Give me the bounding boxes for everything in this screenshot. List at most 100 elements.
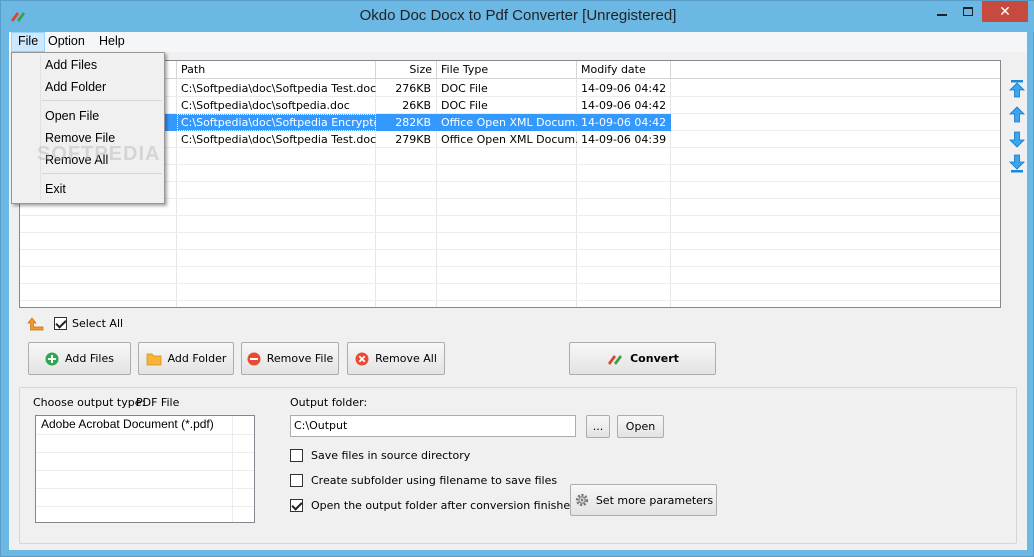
cell-path: C:\Softpedia\doc\Softpedia Test.docx — [181, 133, 376, 146]
remove-all-button[interactable]: Remove All — [347, 342, 445, 375]
remove-icon — [247, 352, 261, 365]
output-type-value: PDF File — [136, 396, 180, 409]
open-output-folder-checkbox[interactable] — [290, 498, 303, 512]
output-folder-input[interactable]: C:\Output — [290, 415, 576, 437]
grid-line — [36, 506, 254, 507]
column-header-size[interactable]: Size — [376, 61, 437, 79]
cell-date: 14-09-06 04:42 — [581, 82, 667, 95]
table-row[interactable]: C:\Softpedia\doc\Softpedia Test.doc 276K… — [20, 80, 1000, 97]
add-files-label: Add Files — [65, 352, 114, 365]
grid-line — [20, 249, 1000, 250]
grid-line — [36, 488, 254, 489]
menu-item-remove-all[interactable]: Remove All — [45, 153, 108, 167]
grid-line — [20, 198, 1000, 199]
close-icon: ✕ — [999, 3, 1011, 20]
grid-line — [20, 300, 1000, 301]
add-icon — [45, 352, 59, 365]
convert-button[interactable]: Convert — [569, 342, 716, 375]
menu-file[interactable]: File — [11, 32, 46, 52]
table-row[interactable]: C:\Softpedia\doc\Softpedia Test.docx 279… — [20, 131, 1000, 148]
remove-file-button[interactable]: Remove File — [241, 342, 339, 375]
option-create-subfolder[interactable]: Create subfolder using filename to save … — [290, 472, 557, 488]
grid-line — [36, 434, 254, 435]
grid-line — [20, 283, 1000, 284]
convert-icon — [608, 354, 623, 365]
cell-type: Office Open XML Docum... — [437, 114, 577, 131]
cell-size: 276KB — [395, 82, 431, 95]
cell-path: C:\Softpedia\doc\Softpedia Encrypte... — [177, 114, 376, 131]
minimize-icon — [937, 13, 947, 16]
table-row-selected[interactable]: C:\Softpedia\doc\Softpedia Encrypte... 2… — [20, 114, 1000, 131]
output-type-label: Choose output type: — [33, 396, 146, 409]
maximize-button[interactable] — [955, 1, 981, 22]
grid-line — [20, 164, 1000, 165]
menu-gutter — [40, 55, 41, 201]
save-in-source-checkbox[interactable] — [290, 448, 303, 462]
grid-line — [20, 266, 1000, 267]
title-bar[interactable]: Okdo Doc Docx to Pdf Converter [Unregist… — [1, 1, 1034, 32]
menu-separator — [42, 173, 162, 174]
add-folder-button[interactable]: Add Folder — [138, 342, 234, 375]
output-folder-label: Output folder: — [290, 396, 368, 409]
table-row[interactable]: C:\Softpedia\doc\softpedia.doc 26KB DOC … — [20, 97, 1000, 114]
output-type-list[interactable]: Adobe Acrobat Document (*.pdf) — [35, 415, 255, 523]
cell-size: 282KB — [376, 114, 437, 131]
cell-type: Office Open XML Docum... — [441, 133, 577, 146]
folder-icon — [146, 353, 161, 365]
window-title: Okdo Doc Docx to Pdf Converter [Unregist… — [359, 7, 677, 24]
move-to-top-icon[interactable] — [1007, 78, 1027, 100]
move-down-icon[interactable] — [1007, 128, 1027, 150]
menu-option[interactable]: Option — [42, 32, 91, 52]
cell-path: C:\Softpedia\doc\softpedia.doc — [181, 99, 350, 112]
open-folder-button[interactable]: Open — [617, 415, 664, 438]
client-area: File Option Help Add Files Add Folder Op… — [9, 32, 1027, 550]
menu-separator — [42, 100, 162, 101]
menu-item-open-file[interactable]: Open File — [45, 109, 99, 123]
move-up-icon[interactable] — [1007, 104, 1027, 126]
minimize-button[interactable] — [929, 1, 955, 22]
maximize-icon — [963, 7, 973, 16]
column-header-modify-date[interactable]: Modify date — [577, 61, 671, 79]
set-more-parameters-button[interactable]: Set more parameters — [570, 484, 717, 516]
create-subfolder-checkbox[interactable] — [290, 473, 303, 487]
grid-line — [20, 232, 1000, 233]
option-open-output-folder[interactable]: Open the output folder after conversion … — [290, 497, 577, 513]
gear-icon — [575, 493, 588, 507]
grid-line — [20, 215, 1000, 216]
cell-date: 14-09-06 04:42 — [581, 99, 667, 112]
convert-label: Convert — [630, 352, 679, 365]
cell-type: DOC File — [441, 99, 488, 112]
menu-help[interactable]: Help — [93, 32, 131, 52]
output-type-item[interactable]: Adobe Acrobat Document (*.pdf) — [36, 416, 254, 433]
open-output-folder-label: Open the output folder after conversion … — [311, 498, 578, 512]
cell-type: DOC File — [441, 82, 488, 95]
file-list[interactable]: Path Size File Type Modify date C:\Softp… — [19, 60, 1001, 308]
up-folder-icon[interactable] — [27, 316, 45, 332]
close-button[interactable]: ✕ — [982, 1, 1028, 22]
select-all-checkbox[interactable] — [54, 317, 67, 330]
move-to-bottom-icon[interactable] — [1007, 152, 1027, 174]
menu-bar: File Option Help — [9, 32, 1027, 52]
column-header-path[interactable]: Path — [177, 61, 376, 79]
select-all-label: Select All — [72, 317, 124, 330]
file-list-header: Path Size File Type Modify date — [20, 61, 1000, 79]
add-files-button[interactable]: Add Files — [28, 342, 131, 375]
browse-button[interactable]: ... — [586, 415, 610, 438]
file-menu-dropdown: Add Files Add Folder Open File Remove Fi… — [11, 52, 165, 204]
app-window: Okdo Doc Docx to Pdf Converter [Unregist… — [0, 0, 1034, 557]
menu-item-exit[interactable]: Exit — [45, 182, 66, 196]
menu-item-remove-file[interactable]: Remove File — [45, 131, 115, 145]
grid-line — [36, 470, 254, 471]
grid-line — [36, 452, 254, 453]
column-header-file-type[interactable]: File Type — [437, 61, 577, 79]
option-save-in-source[interactable]: Save files in source directory — [290, 447, 470, 463]
menu-item-add-folder[interactable]: Add Folder — [45, 80, 106, 94]
add-folder-label: Add Folder — [167, 352, 227, 365]
cell-date: 14-09-06 04:39 — [581, 133, 667, 146]
create-subfolder-label: Create subfolder using filename to save … — [311, 473, 558, 487]
remove-file-label: Remove File — [266, 352, 334, 365]
cell-date: 14-09-06 04:42 — [577, 114, 671, 131]
output-settings-panel: Choose output type: PDF File Adobe Acrob… — [19, 387, 1017, 544]
cell-size: 279KB — [395, 133, 431, 146]
menu-item-add-files[interactable]: Add Files — [45, 58, 97, 72]
